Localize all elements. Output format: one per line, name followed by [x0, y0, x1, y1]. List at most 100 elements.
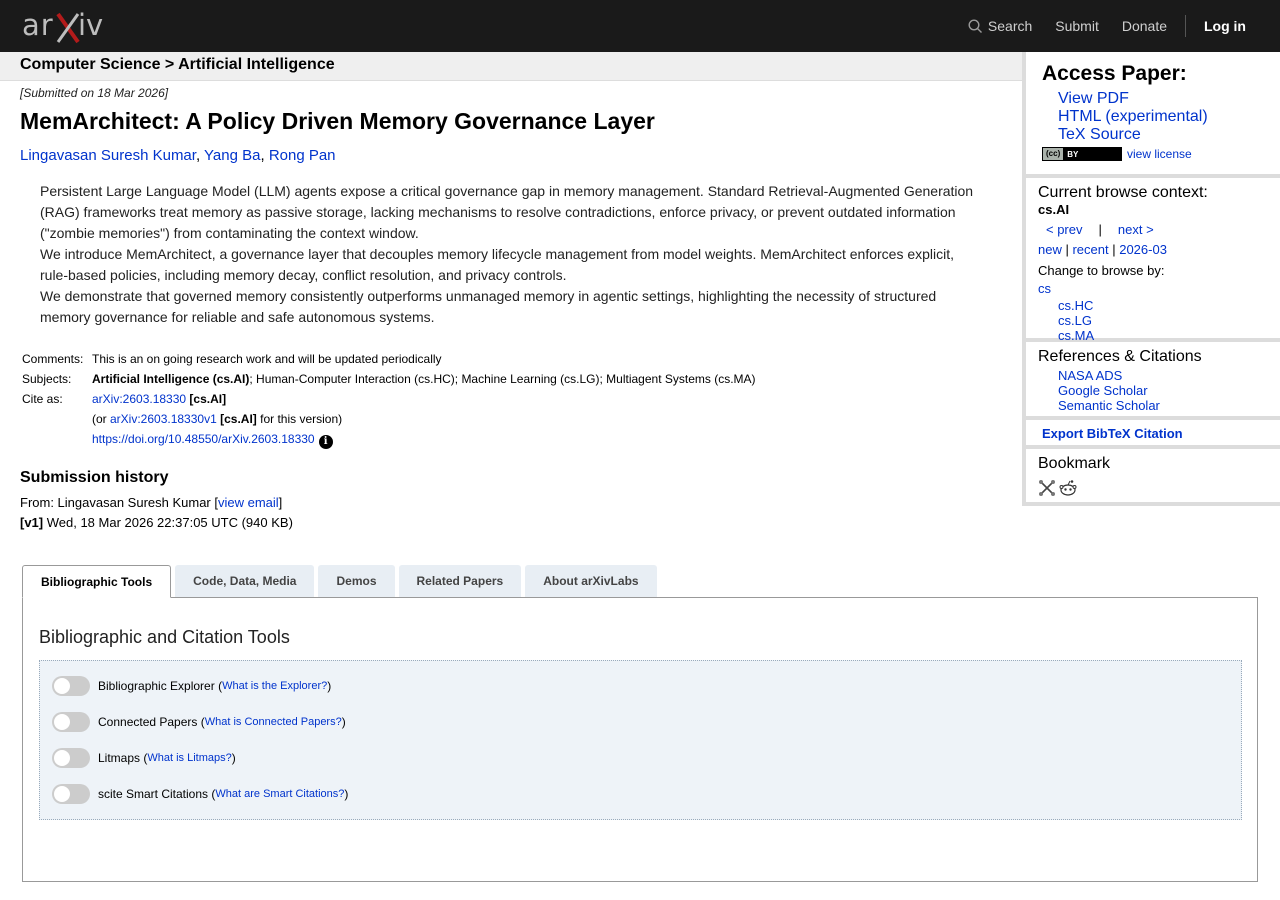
export-bibtex-link[interactable]: Export BibTeX Citation: [1042, 426, 1280, 441]
help-link[interactable]: What are Smart Citations?: [215, 788, 344, 800]
version-tag[interactable]: [v1]: [20, 515, 43, 530]
login-link[interactable]: Log in: [1204, 18, 1246, 34]
nav-donate[interactable]: Donate: [1122, 18, 1167, 34]
help-link[interactable]: What is Connected Papers?: [205, 716, 342, 728]
cc-by-badge[interactable]: (cc) BY: [1042, 147, 1122, 161]
prev-link[interactable]: < prev: [1046, 222, 1083, 237]
toggle-row-connected-papers: Connected Papers (What is Connected Pape…: [52, 712, 346, 732]
browse-sub-list: cs.HC cs.LG cs.MA: [1038, 298, 1280, 343]
browse-main: cs: [1038, 280, 1280, 298]
view-pdf-link[interactable]: View PDF: [1058, 90, 1280, 108]
license: (cc) BY view license: [1042, 147, 1280, 161]
toggle-label: Connected Papers: [98, 715, 198, 729]
labs-tabs: Bibliographic Tools Code, Data, Media De…: [22, 565, 661, 598]
cite-version-row: (or arXiv:2603.18330v1 [cs.AI] for this …: [20, 412, 756, 432]
abstract-paragraph: We demonstrate that governed memory cons…: [40, 288, 937, 325]
svg-text:ar: ar: [22, 8, 54, 42]
doi-link[interactable]: https://doi.org/10.48550/arXiv.2603.1833…: [92, 432, 315, 446]
subjects-row: Subjects: Artificial Intelligence (cs.AI…: [20, 372, 756, 392]
main-nav: Search Submit Donate Log in: [945, 0, 1246, 52]
bibsonomy-icon[interactable]: [1038, 479, 1056, 497]
tab-demos[interactable]: Demos: [318, 565, 395, 597]
browse-cs-link[interactable]: cs: [1038, 281, 1051, 296]
references-list: NASA ADS Google Scholar Semantic Scholar: [1038, 368, 1280, 413]
toggle-switch[interactable]: [52, 676, 90, 696]
recent-link[interactable]: recent: [1072, 242, 1108, 257]
references-heading: References & Citations: [1038, 348, 1202, 365]
info-icon[interactable]: i: [318, 435, 333, 449]
nasa-ads-link[interactable]: NASA ADS: [1058, 368, 1280, 383]
semantic-scholar-link[interactable]: Semantic Scholar: [1058, 398, 1280, 413]
view-license-link[interactable]: view license: [1127, 147, 1192, 161]
comments-row: Comments: This is an on going research w…: [20, 352, 756, 372]
cite-row: Cite as: arXiv:2603.18330 [cs.AI]: [20, 392, 756, 412]
sidebar: Access Paper: View PDF HTML (experimenta…: [1022, 52, 1280, 506]
tab-code-data-media[interactable]: Code, Data, Media: [175, 565, 315, 597]
comments-value: This is an on going research work and wi…: [92, 352, 442, 366]
new-link[interactable]: new: [1038, 242, 1062, 257]
version-date: Wed, 18 Mar 2026 22:37:05 UTC (940 KB): [43, 515, 293, 530]
bookmark-icons: [1038, 479, 1280, 497]
month-link[interactable]: 2026-03: [1119, 242, 1167, 257]
author-link[interactable]: Rong Pan: [269, 147, 336, 164]
paper-title: MemArchitect: A Policy Driven Memory Gov…: [20, 108, 655, 134]
google-scholar-link[interactable]: Google Scholar: [1058, 383, 1280, 398]
cite-v1-link[interactable]: arXiv:2603.18330v1: [110, 412, 217, 426]
nav-search[interactable]: Search: [968, 18, 1032, 34]
browse-cs-hc-link[interactable]: cs.HC: [1058, 298, 1280, 313]
toggle-switch[interactable]: [52, 712, 90, 732]
secondary-subjects: ; Human-Computer Interaction (cs.HC); Ma…: [249, 372, 756, 386]
access-links: View PDF HTML (experimental) TeX Source: [1058, 90, 1280, 144]
browse-context-value: cs.AI: [1038, 202, 1070, 217]
cite-version: (or arXiv:2603.18330v1 [cs.AI] for this …: [92, 412, 343, 426]
submission-history-title: Submission history: [20, 469, 169, 486]
toggle-row-explorer: Bibliographic Explorer (What is the Expl…: [52, 676, 331, 696]
help-link[interactable]: What is Litmaps?: [147, 752, 231, 764]
tex-source-link[interactable]: TeX Source: [1058, 126, 1280, 144]
author-link[interactable]: Yang Ba: [204, 147, 260, 164]
nav-search-label: Search: [987, 18, 1033, 34]
browse-context-section: Current browse context: cs.AI < prev | nex…: [1026, 174, 1280, 343]
history-version: [v1] Wed, 18 Mar 2026 22:37:05 UTC (940 …: [20, 513, 1010, 533]
toggle-label: scite Smart Citations: [98, 787, 209, 801]
tab-about-arxivlabs[interactable]: About arXivLabs: [525, 565, 657, 597]
paper-main: [Submitted on 18 Mar 2026] MemArchitect:…: [20, 86, 1010, 533]
cite-value: arXiv:2603.18330 [cs.AI]: [90, 392, 756, 412]
nav-divider: [1185, 15, 1186, 37]
toggle-switch[interactable]: [52, 748, 90, 768]
search-icon: [968, 18, 982, 33]
breadcrumb[interactable]: Computer Science > Artificial Intelligen…: [20, 56, 335, 74]
nav-submit[interactable]: Submit: [1055, 18, 1099, 34]
html-link[interactable]: HTML (experimental): [1058, 108, 1280, 126]
reddit-icon[interactable]: [1059, 479, 1077, 497]
abstract: Persistent Large Language Model (LLM) ag…: [40, 181, 975, 328]
toggle-switch[interactable]: [52, 784, 90, 804]
submission-history: From: Lingavasan Suresh Kumar [view emai…: [20, 493, 1010, 533]
metadata-table: Comments: This is an on going research w…: [20, 352, 756, 455]
tab-bibliographic-tools[interactable]: Bibliographic Tools: [22, 565, 172, 598]
tool-toggles: Bibliographic Explorer (What is the Expl…: [39, 660, 1242, 820]
browse-cs-lg-link[interactable]: cs.LG: [1058, 313, 1280, 328]
arxiv-logo[interactable]: ar iv: [22, 8, 114, 44]
subjects-value: Artificial Intelligence (cs.AI); Human-C…: [90, 372, 756, 392]
view-email-link[interactable]: view email: [218, 495, 279, 510]
prev-next: < prev | next >: [1046, 222, 1154, 237]
doi-value: https://doi.org/10.48550/arXiv.2603.1833…: [90, 432, 756, 455]
submission-date: [Submitted on 18 Mar 2026]: [20, 86, 169, 100]
access-paper-title: Access Paper:: [1042, 62, 1187, 85]
breadcrumb-bar: Computer Science > Artificial Intelligen…: [0, 52, 1022, 81]
svg-text:iv: iv: [78, 8, 103, 42]
toggle-label: Litmaps: [98, 751, 141, 765]
doi-row: https://doi.org/10.48550/arXiv.2603.1833…: [20, 432, 756, 455]
cite-arxiv-link[interactable]: arXiv:2603.18330: [92, 392, 186, 406]
top-navbar: ar iv Search Submit Donate Log in: [0, 0, 1280, 52]
primary-subject: Artificial Intelligence (cs.AI): [92, 372, 250, 386]
help-link[interactable]: What is the Explorer?: [222, 680, 327, 692]
access-paper-section: Access Paper: View PDF HTML (experimenta…: [1026, 52, 1280, 174]
tab-related-papers[interactable]: Related Papers: [398, 565, 522, 597]
abstract-paragraph: Persistent Large Language Model (LLM) ag…: [40, 183, 974, 241]
next-link[interactable]: next >: [1118, 222, 1154, 237]
change-browse-heading: Change to browse by:: [1038, 263, 1165, 278]
author-link[interactable]: Lingavasan Suresh Kumar: [20, 147, 196, 164]
comments-label: Comments:: [22, 352, 84, 366]
